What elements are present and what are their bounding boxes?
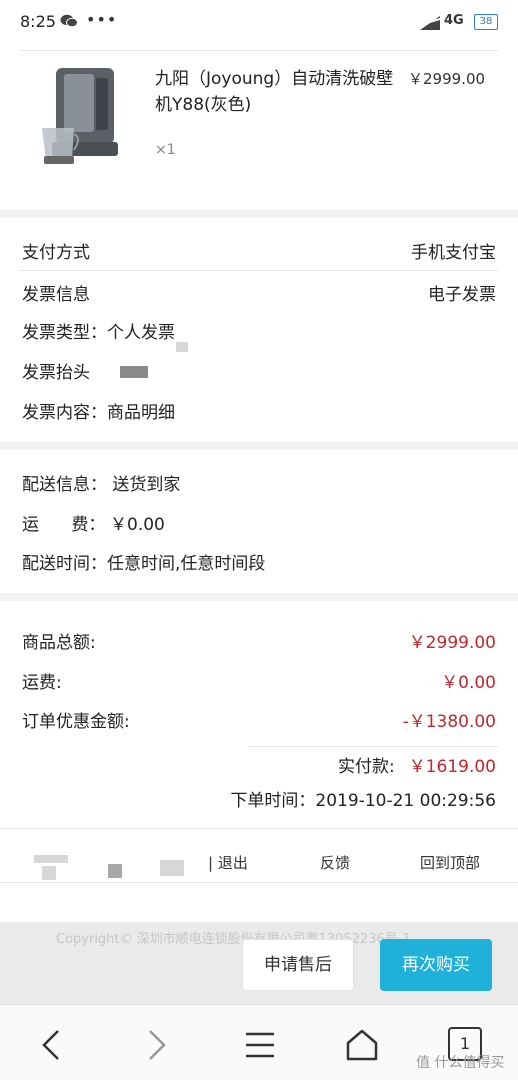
delivery-info: 配送信息： 送货到家	[22, 475, 181, 495]
payment-method-value: 手机支付宝	[411, 243, 496, 263]
apply-after-sale-button[interactable]: 申请售后	[242, 939, 354, 991]
more-icon: •••	[86, 10, 118, 29]
battery-icon: 38	[474, 14, 498, 30]
divider	[0, 828, 518, 829]
status-bar: 8:25 ••• 4G 38	[0, 0, 518, 44]
network-indicator: 4G	[444, 13, 464, 28]
invoice-content: 发票内容：商品明细	[22, 403, 175, 423]
rebuy-button[interactable]: 再次购买	[380, 939, 492, 991]
invoice-type: 发票类型：个人发票	[22, 323, 175, 343]
order-time: 下单时间：2019-10-21 00:29:56	[230, 791, 496, 811]
divider	[248, 746, 498, 747]
feedback-link[interactable]: 反馈	[320, 852, 350, 873]
goods-total-label: 商品总额:	[22, 633, 96, 653]
shipping-value: ￥0.00	[441, 673, 496, 693]
signal-icon	[420, 16, 440, 30]
section-gap	[0, 593, 518, 601]
redaction-mark	[108, 864, 122, 878]
forward-arrow-icon[interactable]	[136, 1025, 176, 1065]
redaction-mark	[176, 342, 188, 352]
divider	[0, 882, 518, 883]
delivery-fee-value: ￥0.00	[110, 515, 165, 535]
section-gap	[0, 210, 518, 218]
back-arrow-icon[interactable]	[32, 1025, 72, 1065]
product-quantity: ×1	[155, 142, 176, 158]
site-watermark: 值 什么值得买	[416, 1055, 505, 1071]
redacted-invoice-title	[120, 366, 148, 378]
status-time: 8:25	[20, 12, 56, 31]
redaction-mark	[160, 860, 184, 876]
redaction-mark	[42, 866, 56, 880]
product-image[interactable]	[34, 64, 130, 174]
divider	[20, 50, 498, 51]
discount-value: -￥1380.00	[402, 712, 496, 732]
discount-label: 订单优惠金额:	[22, 712, 130, 732]
delivery-fee-label: 运 费：	[22, 515, 106, 535]
invoice-title-label: 发票抬头	[22, 363, 90, 383]
wechat-icon	[60, 14, 78, 28]
invoice-info-value: 电子发票	[428, 285, 496, 305]
copyright-text: Copyright© 深圳市顺电连锁股份有限公司粤13052236号-1	[56, 932, 411, 947]
back-to-top-link[interactable]: 回到顶部	[420, 852, 480, 873]
product-name[interactable]: 九阳（Joyoung）自动清洗破壁机Y88(灰色)	[155, 66, 395, 118]
section-gap	[0, 442, 518, 450]
invoice-info-label: 发票信息	[22, 285, 90, 305]
delivery-time: 配送时间：任意时间,任意时间段	[22, 554, 266, 574]
payment-method-label: 支付方式	[22, 243, 90, 263]
home-icon[interactable]	[342, 1025, 382, 1065]
menu-icon[interactable]	[240, 1025, 280, 1065]
logout-link[interactable]: | 退出	[208, 852, 248, 873]
divider	[20, 270, 498, 271]
paid-value: ￥1619.00	[408, 757, 496, 777]
shipping-label: 运费:	[22, 673, 62, 693]
product-price: ￥2999.00	[408, 70, 486, 88]
paid-label: 实付款:	[338, 757, 395, 777]
redacted-username	[34, 855, 68, 863]
goods-total-value: ￥2999.00	[408, 633, 496, 653]
